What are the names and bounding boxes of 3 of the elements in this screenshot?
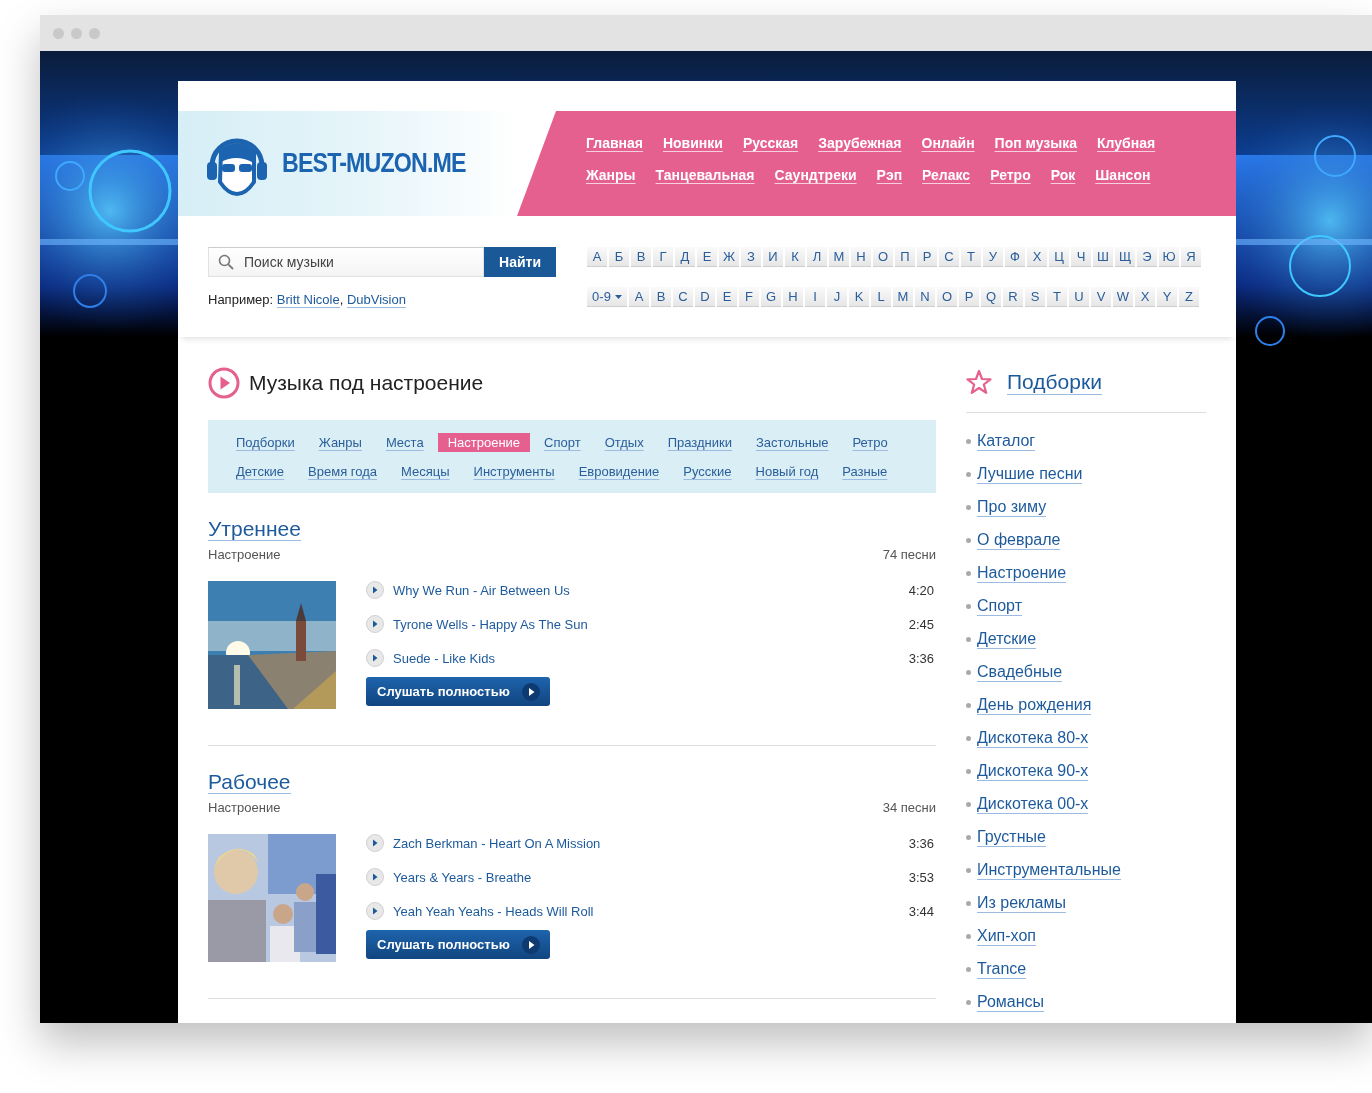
- window-dot: [71, 27, 82, 39]
- window-dot: [89, 27, 100, 39]
- window-dot: [53, 27, 64, 39]
